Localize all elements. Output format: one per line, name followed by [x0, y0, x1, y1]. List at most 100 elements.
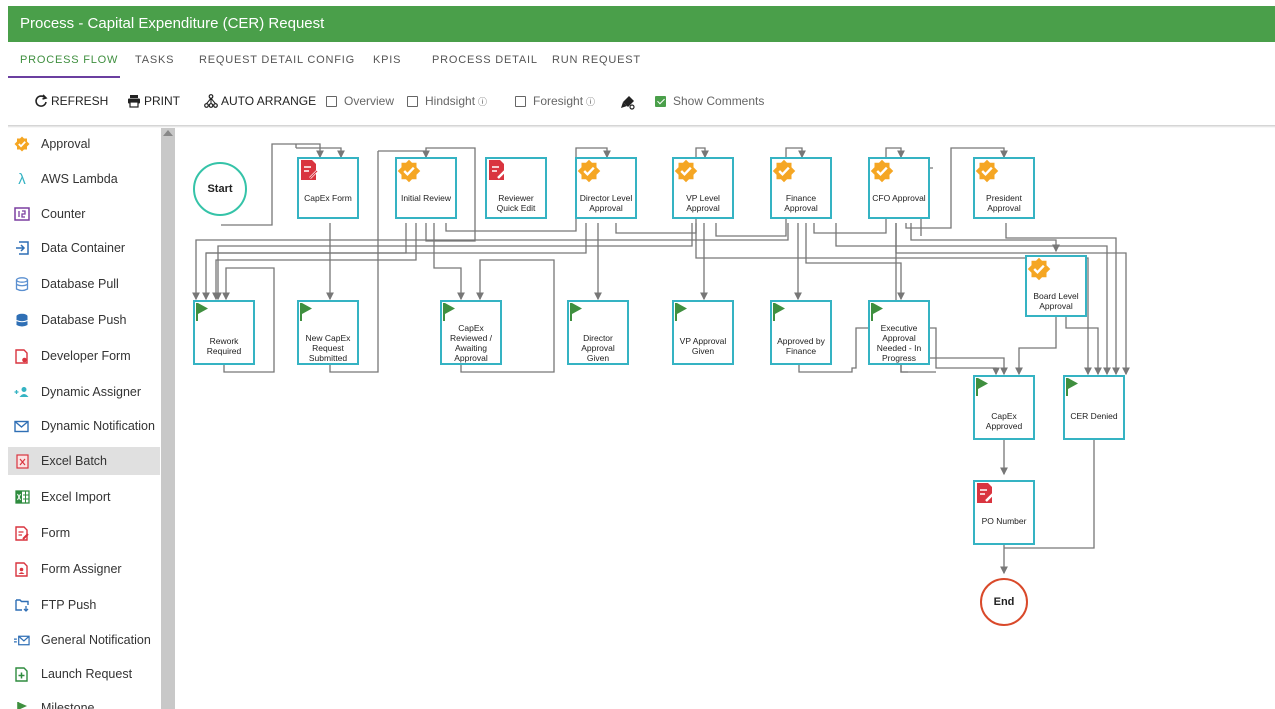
tab-tasks[interactable]: TASKS	[135, 54, 174, 66]
connector	[1015, 315, 1057, 376]
show-comments-checkbox[interactable]: Show Comments	[655, 94, 764, 108]
palette-item-ftp-push[interactable]: FTP Push	[8, 591, 160, 619]
node-cfo-approval[interactable]: CFO Approval	[868, 157, 930, 219]
palette-item-counter[interactable]: Counter	[8, 200, 160, 228]
data-container-icon	[14, 240, 30, 256]
process-canvas[interactable]: Start End CapEx Form Initial Review Revi…	[176, 128, 1275, 709]
node-new-capex-request-submitted[interactable]: New CapEx Request Submitted	[297, 300, 359, 365]
hindsight-check[interactable]	[407, 95, 418, 107]
palette-item-data-container[interactable]: Data Container	[8, 234, 160, 262]
show-comments-check[interactable]	[655, 95, 666, 107]
dynamic-assigner-icon	[14, 384, 30, 400]
developer-form-icon	[14, 348, 30, 364]
tab-kpis[interactable]: KPIS	[373, 54, 401, 66]
auto-arrange-button[interactable]: AUTO ARRANGE	[204, 94, 316, 108]
palette-item-label: Counter	[41, 207, 86, 221]
node-board-level-approval[interactable]: Board Level Approval	[1025, 255, 1087, 317]
node-executive-approval-needed[interactable]: Executive Approval Needed - In Progress	[868, 300, 930, 365]
print-button[interactable]: PRINT	[127, 94, 180, 108]
tab-process-detail[interactable]: PROCESS DETAIL	[432, 54, 538, 66]
hindsight-checkbox[interactable]: Hindsight ⓘ	[407, 94, 487, 108]
node-label: Director Level Approval	[579, 193, 633, 213]
node-vp-level-approval[interactable]: VP Level Approval	[672, 157, 734, 219]
node-cer-denied[interactable]: CER Denied	[1063, 375, 1125, 440]
node-label: Rework Required	[206, 336, 242, 356]
palette-item-form[interactable]: Form	[8, 519, 160, 547]
tab-request-detail-config[interactable]: REQUEST DETAIL CONFIG	[199, 54, 355, 66]
excel-import-icon	[14, 489, 30, 505]
foresight-check[interactable]	[515, 95, 526, 107]
node-finance-approval[interactable]: Finance Approval	[770, 157, 832, 219]
palette-scrollbar[interactable]	[161, 128, 175, 709]
start-node[interactable]: Start	[193, 162, 247, 216]
palette-item-label: FTP Push	[41, 598, 97, 612]
foresight-checkbox[interactable]: Foresight ⓘ	[515, 94, 595, 108]
palette-item-label: Excel Import	[41, 490, 111, 504]
palette-item-label: Database Pull	[41, 277, 119, 291]
node-capex-form[interactable]: CapEx Form	[297, 157, 359, 219]
palette-item-dynamic-notification[interactable]: Dynamic Notification	[8, 412, 160, 440]
palette-item-form-assigner[interactable]: Form Assigner	[8, 555, 160, 583]
flag-icon	[300, 303, 340, 331]
tab-run-request[interactable]: RUN REQUEST	[552, 54, 641, 66]
palette-item-aws-lambda[interactable]: λ AWS Lambda	[8, 165, 160, 193]
node-label: Finance Approval	[784, 193, 818, 213]
badge-check-icon	[975, 159, 1016, 191]
foresight-info-icon[interactable]: ⓘ	[586, 95, 595, 108]
palette-item-excel-import[interactable]: Excel Import	[8, 483, 160, 511]
auto-arrange-icon	[204, 94, 218, 108]
node-director-approval-given[interactable]: Director Approval Given	[567, 300, 629, 365]
node-reviewer-quick-edit[interactable]: Reviewer Quick Edit	[485, 157, 547, 219]
milestone-icon	[14, 700, 30, 709]
palette-item-label: Dynamic Notification	[41, 419, 155, 433]
node-label: Director Approval Given	[581, 333, 615, 363]
node-capex-reviewed-awaiting-approval[interactable]: CapEx Reviewed / Awaiting Approval	[440, 300, 502, 365]
active-tab-indicator	[8, 76, 120, 78]
palette-item-label: Database Push	[41, 313, 127, 327]
highlight-button[interactable]	[620, 94, 639, 110]
hindsight-info-icon[interactable]: ⓘ	[478, 95, 487, 108]
overview-checkbox[interactable]: Overview	[326, 94, 394, 108]
palette-item-database-push[interactable]: Database Push	[8, 306, 160, 334]
hindsight-label: Hindsight	[425, 94, 476, 108]
palette-item-database-pull[interactable]: Database Pull	[8, 270, 160, 298]
node-label: Board Level Approval	[1033, 291, 1079, 311]
palette-item-developer-form[interactable]: Developer Form	[8, 342, 160, 370]
node-label: CapEx Form	[304, 193, 352, 203]
node-director-level-approval[interactable]: Director Level Approval	[575, 157, 637, 219]
node-president-approval[interactable]: President Approval	[973, 157, 1035, 219]
tab-process-flow[interactable]: PROCESS FLOW	[20, 54, 118, 66]
toolbar: REFRESH PRINT AUTO ARRANGE Overview Hind…	[8, 84, 1275, 120]
end-node[interactable]: End	[980, 578, 1028, 626]
general-notification-icon	[14, 632, 30, 648]
connector	[433, 223, 465, 301]
palette-item-launch-request[interactable]: Launch Request	[8, 660, 160, 688]
node-initial-review[interactable]: Initial Review	[395, 157, 457, 219]
auto-arrange-label: AUTO ARRANGE	[221, 94, 317, 108]
form-icon	[301, 160, 340, 191]
form-assigner-icon	[14, 561, 30, 577]
palette-item-approval[interactable]: Approval	[8, 130, 160, 158]
refresh-button[interactable]: REFRESH	[34, 94, 108, 108]
mail-icon	[14, 418, 30, 434]
node-approved-by-finance[interactable]: Approved by Finance	[770, 300, 832, 365]
flag-icon	[1066, 378, 1106, 409]
palette-item-milestone[interactable]: Milestone	[8, 694, 160, 709]
scroll-up-arrow[interactable]	[163, 130, 173, 136]
flag-icon	[443, 303, 483, 321]
badge-check-icon	[577, 159, 618, 191]
node-po-number[interactable]: PO Number	[973, 480, 1035, 545]
palette-item-label: AWS Lambda	[41, 172, 118, 186]
palette-item-general-notification[interactable]: General Notification	[8, 626, 160, 654]
palette-item-label: Data Container	[41, 241, 126, 255]
lambda-icon: λ	[18, 170, 26, 188]
overview-check[interactable]	[326, 95, 337, 107]
node-capex-approved[interactable]: CapEx Approved	[973, 375, 1035, 440]
badge-check-icon	[397, 159, 438, 191]
palette-item-label: Launch Request	[41, 667, 133, 681]
badge-check-icon	[1027, 257, 1068, 289]
palette-item-dynamic-assigner[interactable]: Dynamic Assigner	[8, 378, 160, 406]
palette-item-excel-batch[interactable]: Excel Batch	[8, 447, 160, 475]
node-rework-required[interactable]: Rework Required	[193, 300, 255, 365]
node-vp-approval-given[interactable]: VP Approval Given	[672, 300, 734, 365]
